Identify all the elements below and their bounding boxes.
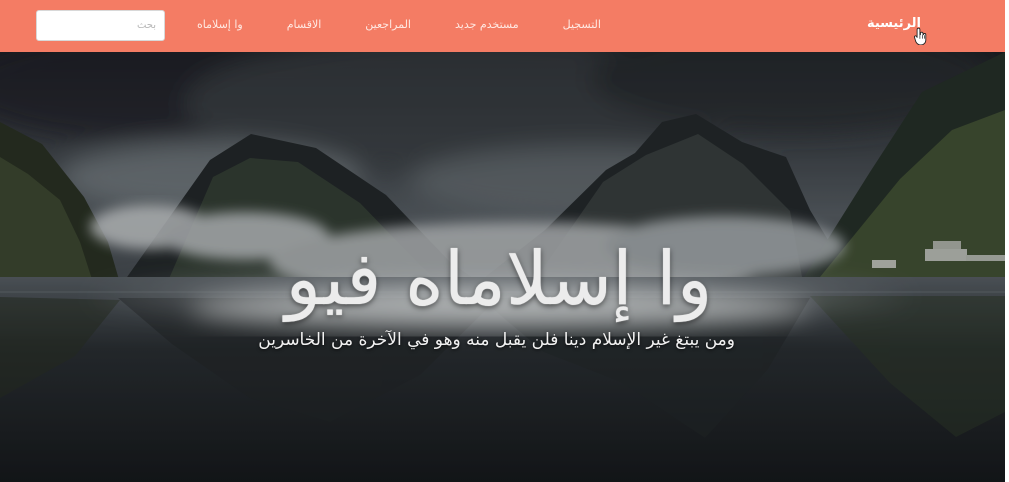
nav-link-new-user[interactable]: مستخدم جديد — [455, 16, 519, 34]
top-navbar: الرئيسية وا إسلاماه الاقسام المراجعين مس… — [0, 0, 1005, 52]
nav-link-sections[interactable]: الاقسام — [287, 16, 322, 34]
page-right-border — [1005, 0, 1009, 482]
nav-link-wa-islamah[interactable]: وا إسلاماه — [197, 16, 243, 34]
hand-cursor-icon — [914, 27, 927, 45]
search-input[interactable] — [36, 10, 165, 41]
page: الرئيسية وا إسلاماه الاقسام المراجعين مس… — [0, 0, 1009, 482]
home-link[interactable]: الرئيسية — [867, 16, 921, 31]
hero-title: وا إسلاماه فيو — [285, 236, 715, 322]
hero-banner: وا إسلاماه فيو ومن يبتغ غير الإسلام دينا… — [0, 52, 1005, 482]
main-navigation: وا إسلاماه الاقسام المراجعين مستخدم جديد… — [197, 16, 601, 34]
nav-link-reviewers[interactable]: المراجعين — [365, 16, 411, 34]
hero-subtitle: ومن يبتغ غير الإسلام دينا فلن يقبل منه و… — [258, 330, 735, 350]
nav-link-register[interactable]: التسجيل — [563, 16, 601, 34]
